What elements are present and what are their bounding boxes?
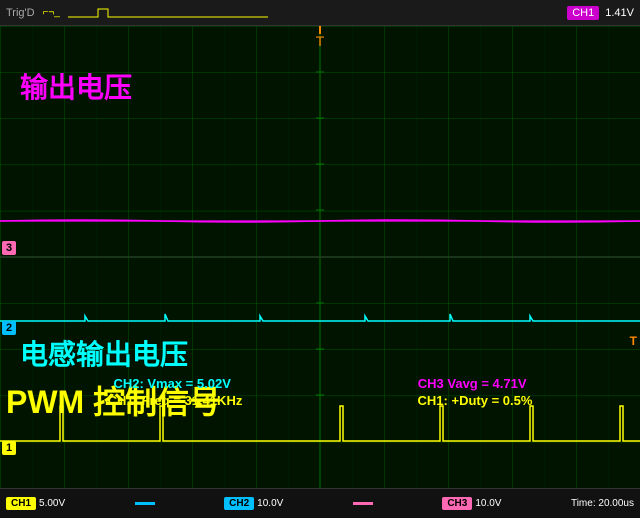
t-label-right: T	[630, 334, 637, 348]
ch3-box: CH3	[442, 497, 472, 510]
ch1-scale: 5.00V	[39, 498, 65, 509]
ch3-marker: 3	[2, 241, 16, 255]
trig-label: Trig'D	[6, 7, 35, 19]
ch1-status: CH1 5.00V	[6, 497, 65, 510]
ch1-duty: CH1: +Duty = 0.5%	[418, 393, 533, 408]
top-bar: Trig'D ⌐¬_ CH1 1.41V	[0, 0, 640, 26]
ch2-status: CH2 10.0V	[224, 497, 283, 510]
output-voltage-label: 输出电压	[20, 66, 132, 106]
trig-signal-icon: ⌐¬_	[43, 7, 60, 18]
ch3-scale: 10.0V	[475, 498, 501, 509]
time-value: 20.00us	[598, 498, 634, 509]
ch3-vavg: CH3 Vavg = 4.71V	[418, 376, 527, 391]
ch1-badge: CH1	[567, 6, 599, 20]
signal-preview	[68, 5, 268, 21]
time-display: Time: 20.00us	[571, 498, 634, 509]
ch1-marker: 1	[2, 441, 16, 455]
bottom-bar: CH1 5.00V CH2 10.0V CH3 10.0V Time: 20.0…	[0, 488, 640, 518]
voltage-reading: 1.41V	[605, 7, 634, 19]
ch1-freq: CH1: Freq = 31.41KHz	[108, 393, 243, 408]
measurements-overlay: CH2: Vmax = 5.02V CH3 Vavg = 4.71V CH1: …	[0, 376, 640, 408]
trigger-marker: T	[316, 33, 325, 49]
oscilloscope-screen: Trig'D ⌐¬_ CH1 1.41V	[0, 0, 640, 518]
inductor-voltage-label: 电感输出电压	[20, 333, 188, 373]
ch2-marker: 2	[2, 321, 16, 335]
ch2-scale: 10.0V	[257, 498, 283, 509]
time-label: Time:	[571, 498, 596, 509]
ch2-vmax: CH2: Vmax = 5.02V	[113, 376, 230, 391]
ch1-box: CH1	[6, 497, 36, 510]
ch3-status: CH3 10.0V	[442, 497, 501, 510]
display-area: T 3 2 1 T 输出电压 电感输出电压 PWM 控制信号 CH2: Vmax…	[0, 26, 640, 488]
ch2-box: CH2	[224, 497, 254, 510]
